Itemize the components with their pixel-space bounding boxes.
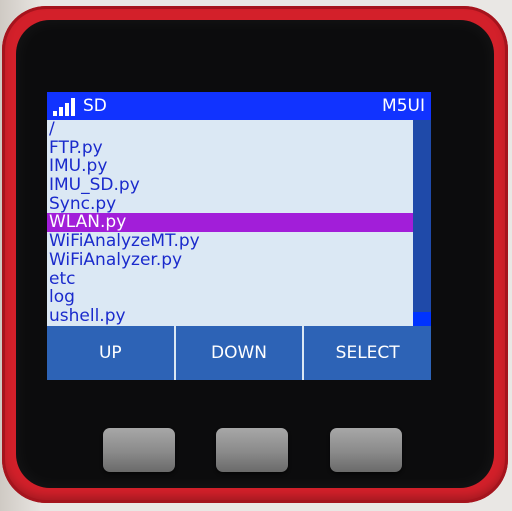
file-item-wifianalyzer[interactable]: WiFiAnalyzer.py <box>47 251 413 270</box>
hardware-button-c[interactable] <box>330 428 402 472</box>
file-item-wlan-selected[interactable]: WLAN.py <box>47 213 413 233</box>
up-button[interactable]: UP <box>47 326 174 380</box>
down-button[interactable]: DOWN <box>173 326 303 380</box>
file-item-imu-sd[interactable]: IMU_SD.py <box>47 176 413 195</box>
hardware-button-a[interactable] <box>103 428 175 472</box>
hardware-button-b[interactable] <box>216 428 288 472</box>
file-item-sync[interactable]: Sync.py <box>47 195 413 214</box>
file-item-log[interactable]: log <box>47 288 413 307</box>
signal-strength-icon <box>53 98 75 116</box>
title-label: SD <box>83 96 107 116</box>
select-button[interactable]: SELECT <box>302 326 431 380</box>
scrollbar[interactable] <box>413 120 431 326</box>
soft-button-bar: UP DOWN SELECT <box>47 326 431 380</box>
file-item-wifianalyzemt[interactable]: WiFiAnalyzeMT.py <box>47 232 413 251</box>
lcd-screen: SD M5UI / FTP.py IMU.py IMU_SD.py Sync.p… <box>47 92 431 380</box>
file-list: / FTP.py IMU.py IMU_SD.py Sync.py WLAN.p… <box>47 120 413 326</box>
file-item-ftp[interactable]: FTP.py <box>47 138 413 158</box>
file-item-root[interactable]: / <box>47 120 413 139</box>
file-item-etc[interactable]: etc <box>47 269 413 289</box>
file-item-imu[interactable]: IMU.py <box>47 157 413 176</box>
scrollbar-thumb[interactable] <box>413 312 431 326</box>
title-brand: M5UI <box>382 96 425 116</box>
file-item-ushell[interactable]: ushell.py <box>47 307 413 326</box>
title-bar: SD M5UI <box>47 92 431 120</box>
